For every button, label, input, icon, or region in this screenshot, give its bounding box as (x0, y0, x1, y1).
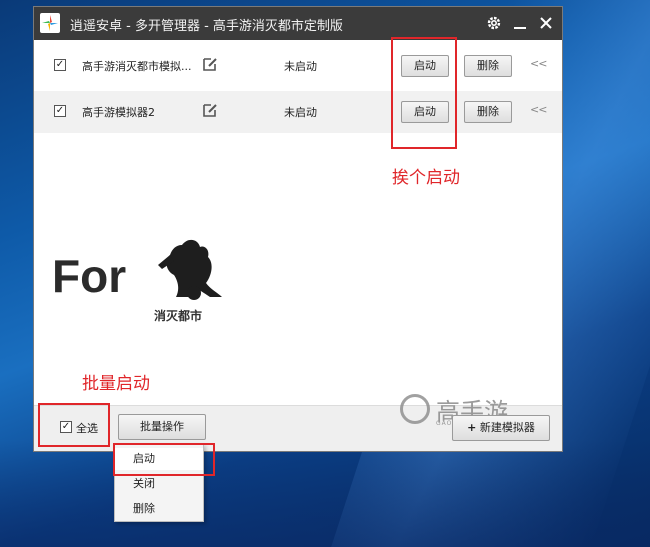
emulator-row: ✓ 高手游模拟器2 未启动 启动 删除 << (34, 91, 562, 133)
menu-item-delete[interactable]: 删除 (115, 498, 203, 520)
emulator-checkbox[interactable]: ✓ (54, 59, 66, 71)
emulator-name: 高手游消灭都市模拟... (82, 60, 192, 73)
collapse-icon[interactable]: << (530, 103, 547, 116)
app-logo-icon (40, 13, 60, 33)
highlight-box-start-buttons (391, 37, 457, 149)
delete-button[interactable]: 删除 (464, 101, 512, 123)
watermark-logo-icon (400, 394, 430, 424)
desktop-shade (0, 440, 650, 547)
annotation-batch-start: 批量启动 (82, 374, 150, 394)
collapse-icon[interactable]: << (530, 57, 547, 70)
new-emulator-label: 新建模拟器 (479, 421, 535, 434)
menu-item-close[interactable]: 关闭 (115, 473, 203, 495)
annotation-per-item-start: 挨个启动 (392, 168, 460, 188)
emulator-status: 未启动 (284, 106, 317, 119)
edit-icon[interactable] (202, 56, 218, 72)
gear-icon[interactable] (484, 13, 504, 33)
batch-operations-button[interactable]: 批量操作 (118, 414, 206, 440)
delete-button[interactable]: 删除 (464, 55, 512, 77)
game-character-silhouette (152, 235, 232, 309)
window-title: 逍遥安卓 - 多开管理器 - 高手游消灭都市定制版 (70, 19, 343, 34)
emulator-checkbox[interactable]: ✓ (54, 105, 66, 117)
plus-icon: + (467, 421, 477, 434)
emulator-name: 高手游模拟器2 (82, 106, 155, 119)
multi-instance-manager-window: 逍遥安卓 - 多开管理器 - 高手游消灭都市定制版 ✓ 高手游消灭都市模拟...… (33, 6, 563, 452)
highlight-box-select-all (38, 403, 110, 447)
minimize-icon[interactable] (510, 13, 530, 33)
game-logo-name: 消灭都市 (154, 309, 203, 323)
title-bar[interactable]: 逍遥安卓 - 多开管理器 - 高手游消灭都市定制版 (34, 7, 562, 40)
emulator-row: ✓ 高手游消灭都市模拟... 未启动 启动 删除 << (34, 45, 562, 87)
close-icon[interactable] (536, 13, 556, 33)
game-logo-prefix: For (52, 250, 127, 302)
edit-icon[interactable] (202, 102, 218, 118)
emulator-status: 未启动 (284, 60, 317, 73)
highlight-box-menu-start (113, 443, 215, 476)
new-emulator-button[interactable]: + 新建模拟器 (452, 415, 550, 441)
